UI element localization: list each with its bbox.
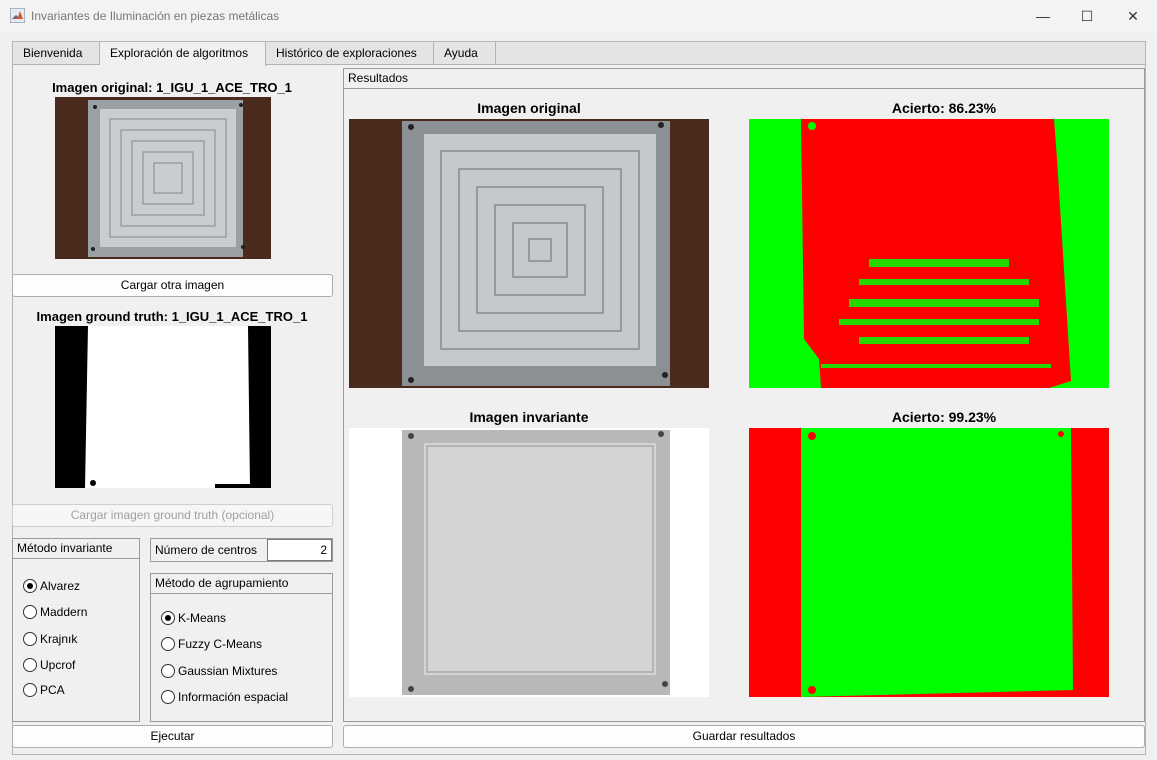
tab-strip: Bienvenida Exploración de algoritmos His… [12, 41, 1146, 66]
centers-input[interactable]: 2 [267, 539, 332, 561]
tab-bienvenida[interactable]: Bienvenida [13, 42, 100, 64]
window-title: Invariantes de Iluminación en piezas met… [31, 9, 280, 23]
maximize-button[interactable]: ☐ [1064, 0, 1110, 32]
result-mask-original [749, 119, 1109, 388]
title-bar: Invariantes de Iluminación en piezas met… [0, 0, 1157, 32]
load-ground-truth-button[interactable]: Cargar imagen ground truth (opcional) [12, 504, 333, 527]
radio-label: Krajnık [40, 632, 78, 646]
radio-label: Gaussian Mixtures [178, 664, 278, 678]
radio-selected-indicator[interactable] [23, 579, 37, 593]
radio-indicator[interactable] [161, 637, 175, 651]
load-image-button[interactable]: Cargar otra imagen [12, 274, 333, 297]
centers-box: Número de centros 2 [150, 538, 333, 562]
radio-label: Información espacial [178, 690, 289, 704]
radio-indicator[interactable] [23, 632, 37, 646]
radio-label: Alvarez [40, 579, 81, 593]
results-title: Resultados [344, 69, 1144, 89]
tab-exploracion-algoritmos[interactable]: Exploración de algoritmos [100, 42, 266, 66]
result-invariant-title: Imagen invariante [469, 409, 589, 425]
grouping-method-panel: Método de agrupamiento K-Means Fuzzy C-M… [150, 573, 333, 722]
tab-ayuda[interactable]: Ayuda [434, 42, 496, 64]
invariant-method-title: Método invariante [13, 539, 139, 559]
radio-pca[interactable]: PCA [23, 681, 65, 699]
minimize-icon: — [1036, 8, 1050, 24]
radio-indicator[interactable] [23, 658, 37, 672]
radio-k-means[interactable]: K-Means [161, 609, 226, 627]
result-original-image [349, 119, 709, 388]
radio-label: Upcrof [40, 658, 76, 672]
ground-truth-title: Imagen ground truth: 1_IGU_1_ACE_TRO_1 [36, 309, 308, 324]
accuracy-invariant-label: Acierto: 99.23% [891, 409, 997, 425]
radio-indicator[interactable] [161, 664, 175, 678]
radio-label: PCA [40, 683, 65, 697]
execute-button[interactable]: Ejecutar [12, 725, 333, 748]
radio-indicator[interactable] [161, 690, 175, 704]
result-invariant-image [349, 428, 709, 697]
accuracy-original-label: Acierto: 86.23% [891, 100, 997, 116]
radio-alvarez[interactable]: Alvarez [23, 577, 80, 595]
maximize-icon: ☐ [1080, 7, 1094, 24]
close-button[interactable]: ✕ [1110, 0, 1156, 32]
result-mask-invariant [749, 428, 1109, 697]
original-image-thumbnail [55, 97, 271, 259]
tab-historico-exploraciones[interactable]: Histórico de exploraciones [266, 42, 434, 64]
radio-indicator[interactable] [23, 683, 37, 697]
radio-maddern[interactable]: Maddern [23, 603, 87, 621]
save-results-button[interactable]: Guardar resultados [343, 725, 1145, 748]
centers-label: Número de centros [155, 543, 258, 557]
radio-selected-indicator[interactable] [161, 611, 175, 625]
radio-label: K-Means [178, 611, 227, 625]
radio-krajnik[interactable]: Krajnık [23, 630, 77, 648]
minimize-button[interactable]: — [1020, 0, 1066, 32]
radio-label: Maddern [40, 605, 88, 619]
radio-label: Fuzzy C-Means [178, 637, 263, 651]
close-icon: ✕ [1127, 7, 1139, 24]
result-original-title: Imagen original [477, 100, 581, 116]
radio-fuzzy-c-means[interactable]: Fuzzy C-Means [161, 635, 262, 653]
radio-informacion-espacial[interactable]: Información espacial [161, 688, 288, 706]
grouping-method-title: Método de agrupamiento [151, 574, 332, 594]
radio-indicator[interactable] [23, 605, 37, 619]
matlab-app-icon [10, 8, 25, 23]
ground-truth-thumbnail [55, 326, 271, 488]
invariant-method-panel: Método invariante Alvarez Maddern Krajnı… [12, 538, 140, 722]
radio-upcrof[interactable]: Upcrof [23, 656, 75, 674]
original-image-title: Imagen original: 1_IGU_1_ACE_TRO_1 [52, 80, 292, 95]
radio-gaussian-mixtures[interactable]: Gaussian Mixtures [161, 662, 277, 680]
